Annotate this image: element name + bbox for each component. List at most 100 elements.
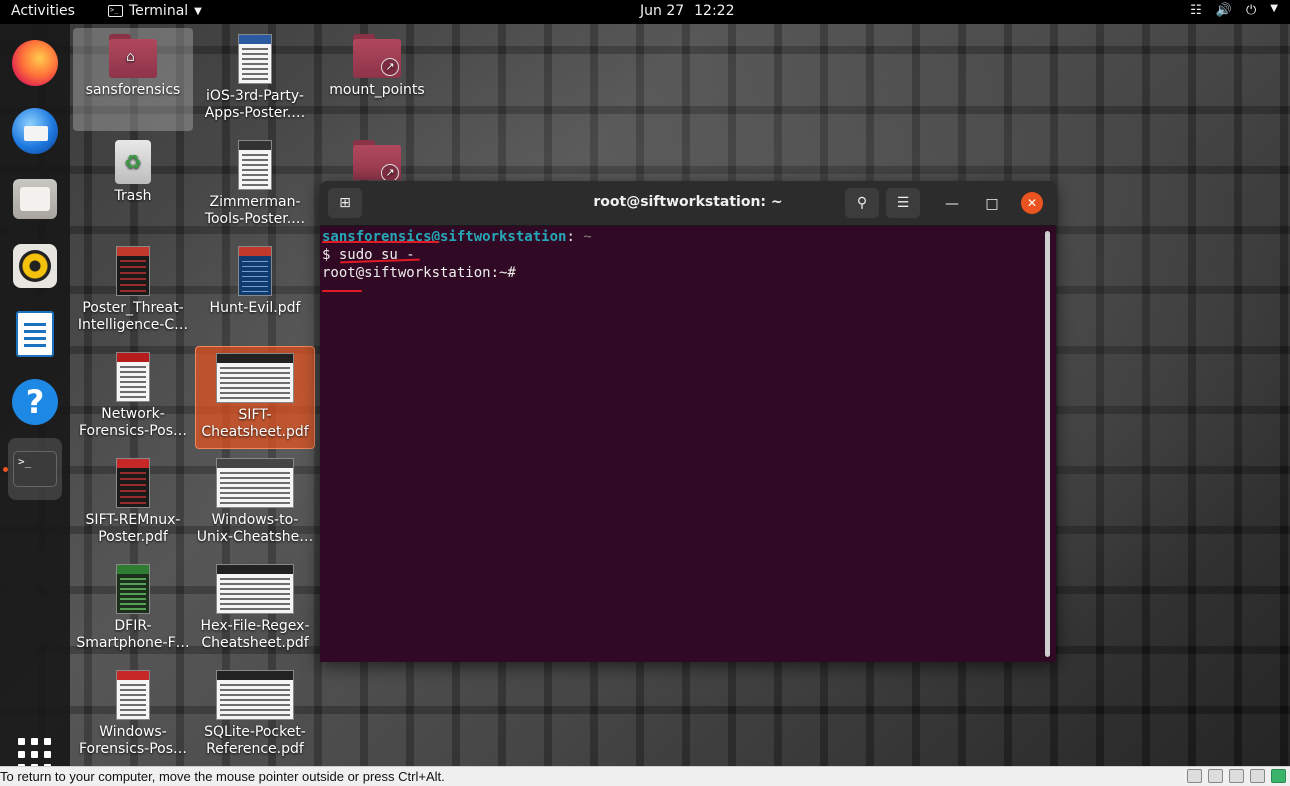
caret-down-icon: ▼	[194, 5, 202, 17]
power-icon[interactable]: ⏻	[1246, 3, 1256, 18]
desktop-icon-pdf[interactable]: Hunt-Evil.pdf	[195, 240, 315, 317]
desktop-icon-label: SQLite-Pocket- Reference.pdf	[204, 724, 306, 757]
close-button[interactable]: ✕	[1021, 192, 1043, 214]
pdf-thumbnail-icon	[116, 246, 150, 296]
clock-time: 12:22	[694, 3, 735, 19]
pdf-thumbnail-icon	[238, 34, 272, 84]
desktop-icon-label: iOS-3rd-Party- Apps-Poster.…	[204, 88, 306, 121]
desktop-icon-home[interactable]: ⌂ sansforensics	[73, 28, 193, 131]
root-prompt-line: root@siftworkstation:~#	[322, 265, 516, 281]
terminal-icon: >_	[13, 451, 57, 487]
terminal-output[interactable]: sansforensics@siftworkstation: ~ $ sudo …	[322, 228, 1046, 658]
terminal-window[interactable]: ⊞ root@siftworkstation: ~ ⚲ ☰ — □ ✕ sans…	[320, 181, 1056, 662]
terminal-app-icon: >_	[108, 5, 123, 17]
dock-item-help[interactable]: ?	[8, 375, 62, 429]
desktop-icon-pdf-selected[interactable]: SIFT- Cheatsheet.pdf	[195, 346, 315, 449]
search-button[interactable]: ⚲	[845, 188, 879, 218]
network-icon[interactable]: ☷	[1190, 3, 1202, 18]
thunderbird-icon	[12, 108, 58, 154]
desktop-icon-label: Windows- Forensics-Pos…	[78, 724, 188, 757]
activities-button[interactable]: Activities	[11, 3, 75, 19]
desktop-icon-label: mount_points	[329, 82, 425, 98]
system-tray[interactable]: ☷ 🔊 ⏻ ▼	[1190, 3, 1278, 18]
top-bar: Activities >_ Terminal ▼ Jun 27 12:22 ☷ …	[0, 0, 1290, 24]
pdf-thumbnail-icon	[116, 564, 150, 614]
clock-date: Jun 27	[640, 3, 685, 19]
command-line: $ sudo su -	[322, 247, 415, 263]
dock-item-terminal[interactable]: >_	[8, 438, 62, 500]
clock[interactable]: Jun 27 12:22	[640, 3, 735, 19]
dock-item-firefox[interactable]	[8, 36, 62, 90]
pdf-thumbnail-icon	[216, 564, 294, 614]
dock-item-thunderbird[interactable]	[8, 104, 62, 158]
optical-drive-icon[interactable]	[1208, 769, 1223, 783]
terminal-header-bar[interactable]: ⊞ root@siftworkstation: ~ ⚲ ☰ — □ ✕	[320, 181, 1056, 226]
desktop-icon-label: Hunt-Evil.pdf	[209, 300, 301, 316]
network-adapter-icon[interactable]	[1229, 769, 1244, 783]
pdf-thumbnail-icon	[116, 458, 150, 508]
desktop-icon-trash[interactable]: ♻ Trash	[73, 134, 193, 205]
desktop-icon-mount-points[interactable]: ↗ mount_points	[317, 28, 437, 99]
home-folder-icon: ⌂	[109, 34, 157, 78]
desktop-icon-pdf[interactable]: Windows- Forensics-Pos…	[73, 664, 193, 758]
firefox-icon	[12, 40, 58, 86]
minimize-icon: —	[945, 196, 959, 212]
desktop-icon-pdf[interactable]: Zimmerman- Tools-Poster.…	[195, 134, 315, 228]
desktop-icon-label: SIFT- Cheatsheet.pdf	[201, 407, 309, 440]
desktop-icon-label: SIFT-REMnux- Poster.pdf	[85, 512, 181, 545]
maximize-icon: □	[985, 196, 999, 212]
desktop-icon-label: Network- Forensics-Pos…	[78, 406, 188, 439]
desktop-icon-pdf[interactable]: Hex-File-Regex- Cheatsheet.pdf	[195, 558, 315, 652]
dock-item-files[interactable]	[8, 172, 62, 226]
vm-status-bar: To return to your computer, move the mou…	[0, 766, 1290, 786]
close-icon: ✕	[1026, 196, 1038, 210]
status-message: To return to your computer, move the mou…	[0, 769, 445, 784]
desktop-icon-pdf[interactable]: iOS-3rd-Party- Apps-Poster.…	[195, 28, 315, 122]
libreoffice-writer-icon	[16, 311, 54, 357]
trash-icon: ♻	[115, 140, 151, 184]
pdf-thumbnail-icon	[216, 458, 294, 508]
dock-item-writer[interactable]	[8, 307, 62, 361]
desktop-icon-label: Zimmerman- Tools-Poster.…	[204, 194, 306, 227]
terminal-scrollbar[interactable]	[1045, 231, 1050, 657]
search-icon: ⚲	[856, 195, 868, 211]
annotation-underline	[322, 241, 439, 243]
maximize-button[interactable]: □	[981, 193, 1003, 215]
hamburger-menu-icon: ☰	[896, 195, 910, 211]
vm-indicator-icons	[1187, 769, 1286, 783]
desktop-icon-label: Poster_Threat- Intelligence-C…	[77, 300, 189, 333]
host-key-icon[interactable]	[1271, 769, 1286, 783]
app-menu[interactable]: >_ Terminal ▼	[108, 3, 202, 19]
running-indicator	[3, 467, 8, 472]
desktop-icon-label: DFIR- Smartphone-F…	[76, 618, 190, 651]
desktop-icon-pdf[interactable]: SQLite-Pocket- Reference.pdf	[195, 664, 315, 758]
rhythmbox-icon	[13, 244, 57, 288]
pdf-thumbnail-icon	[216, 353, 294, 403]
desktop-icon-label: sansforensics	[85, 82, 181, 98]
pdf-thumbnail-icon	[116, 670, 150, 720]
chevron-down-icon[interactable]: ▼	[1270, 3, 1278, 18]
pdf-thumbnail-icon	[238, 246, 272, 296]
pdf-thumbnail-icon	[238, 140, 272, 190]
desktop-icon-pdf[interactable]: Poster_Threat- Intelligence-C…	[73, 240, 193, 334]
menu-button[interactable]: ☰	[886, 188, 920, 218]
prompt-path: ~	[574, 229, 592, 245]
desktop-icon-pdf[interactable]: Windows-to- Unix-Cheatshe…	[195, 452, 315, 546]
desktop-icon-label: Hex-File-Regex- Cheatsheet.pdf	[200, 618, 310, 651]
minimize-button[interactable]: —	[941, 193, 963, 215]
desktop-icon-pdf[interactable]: SIFT-REMnux- Poster.pdf	[73, 452, 193, 546]
desktop-icon-pdf[interactable]: Network- Forensics-Pos…	[73, 346, 193, 440]
dock-item-rhythmbox[interactable]	[8, 239, 62, 293]
desktop-icon-label: Windows-to- Unix-Cheatshe…	[196, 512, 314, 545]
prompt-separator: :	[566, 229, 575, 245]
files-icon	[13, 179, 57, 219]
desktop-icon-folder-link[interactable]: ↗	[317, 134, 437, 180]
volume-icon[interactable]: 🔊	[1216, 3, 1232, 18]
usb-icon[interactable]	[1250, 769, 1265, 783]
desktop-icon-pdf[interactable]: DFIR- Smartphone-F…	[73, 558, 193, 652]
disk-icon[interactable]	[1187, 769, 1202, 783]
desktop-icon-label: Trash	[114, 188, 152, 204]
prompt-line: sansforensics@siftworkstation: ~	[322, 228, 1046, 246]
dock: ? >_	[0, 24, 70, 771]
annotation-underline	[322, 290, 362, 292]
